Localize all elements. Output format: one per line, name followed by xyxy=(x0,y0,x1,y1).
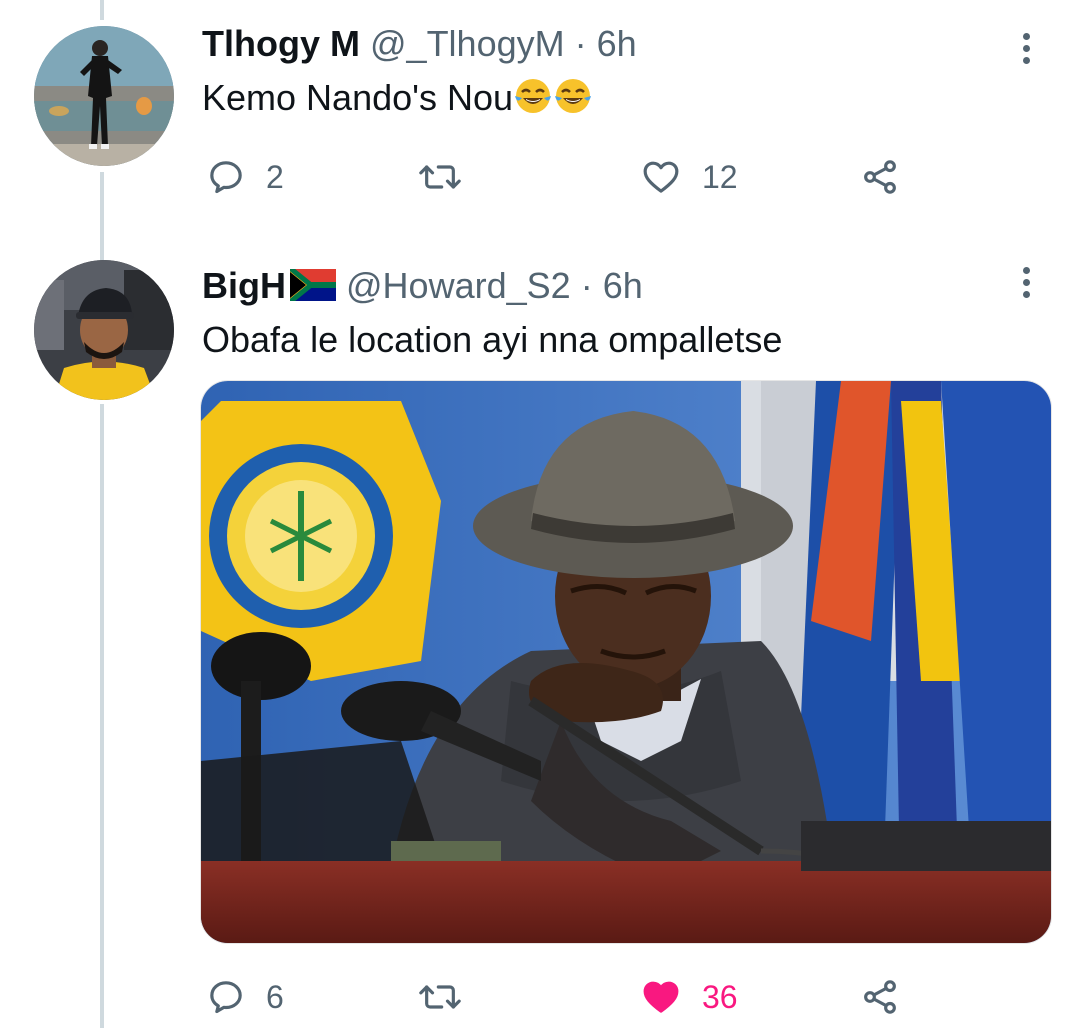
reply-icon xyxy=(210,161,242,194)
south-africa-flag-icon xyxy=(288,266,336,311)
tweet-text-content: Kemo Nando's Nou xyxy=(202,77,514,118)
display-name[interactable]: Tlhogy M xyxy=(202,23,360,64)
user-handle[interactable]: @_TlhogyM xyxy=(370,23,565,64)
tweet-1[interactable]: Tlhogy M @_TlhogyM · 6h Kemo Nando's Nou xyxy=(0,0,1080,240)
more-options-button[interactable] xyxy=(1016,264,1036,304)
tweet-media-photo[interactable] xyxy=(200,380,1052,944)
reply-icon xyxy=(210,981,242,1014)
like-icon xyxy=(643,981,679,1013)
tweet-header: BigH @Howard_S2 · 6h xyxy=(202,264,643,311)
like-button[interactable]: 12 xyxy=(640,152,738,202)
share-icon xyxy=(864,980,896,1014)
separator-dot: · xyxy=(580,265,593,306)
like-button[interactable]: 36 xyxy=(640,972,738,1022)
face-with-tears-of-joy-icon xyxy=(553,76,593,126)
more-icon xyxy=(1022,267,1030,274)
share-button[interactable] xyxy=(858,152,902,202)
retweet-icon xyxy=(419,985,461,1009)
retweet-button[interactable] xyxy=(418,972,482,1022)
reply-button[interactable]: 2 xyxy=(206,152,284,202)
tweet-actions: 6 36 xyxy=(202,972,922,1022)
retweet-icon xyxy=(419,165,461,189)
avatar[interactable] xyxy=(34,260,174,400)
tweet-timestamp[interactable]: 6h xyxy=(603,265,643,306)
share-icon xyxy=(864,160,896,194)
retweet-button[interactable] xyxy=(418,152,482,202)
tweet-header: Tlhogy M @_TlhogyM · 6h xyxy=(202,22,637,66)
display-name[interactable]: BigH xyxy=(202,265,286,306)
reply-button[interactable]: 6 xyxy=(206,972,284,1022)
face-with-tears-of-joy-icon xyxy=(513,76,553,126)
reply-count: 2 xyxy=(266,158,284,195)
reply-count: 6 xyxy=(266,978,284,1015)
user-handle[interactable]: @Howard_S2 xyxy=(346,265,571,306)
share-button[interactable] xyxy=(858,972,902,1022)
like-count: 36 xyxy=(702,978,738,1015)
like-icon xyxy=(643,161,679,193)
avatar[interactable] xyxy=(34,26,174,166)
more-icon xyxy=(1022,57,1030,64)
tweet-thread: Tlhogy M @_TlhogyM · 6h Kemo Nando's Nou xyxy=(0,0,1080,1028)
tweet-actions: 2 12 xyxy=(202,152,922,202)
tweet-text-content: Obafa le location ayi nna ompalletse xyxy=(202,319,783,360)
tweet-text: Obafa le location ayi nna ompalletse xyxy=(202,318,782,362)
more-icon xyxy=(1022,291,1030,298)
tweet-text: Kemo Nando's Nou xyxy=(202,76,593,126)
more-icon xyxy=(1022,45,1030,52)
like-count: 12 xyxy=(702,158,738,195)
tweet-timestamp[interactable]: 6h xyxy=(597,23,637,64)
more-options-button[interactable] xyxy=(1016,30,1036,70)
more-icon xyxy=(1022,279,1030,286)
separator-dot: · xyxy=(574,23,587,64)
more-icon xyxy=(1022,33,1030,40)
